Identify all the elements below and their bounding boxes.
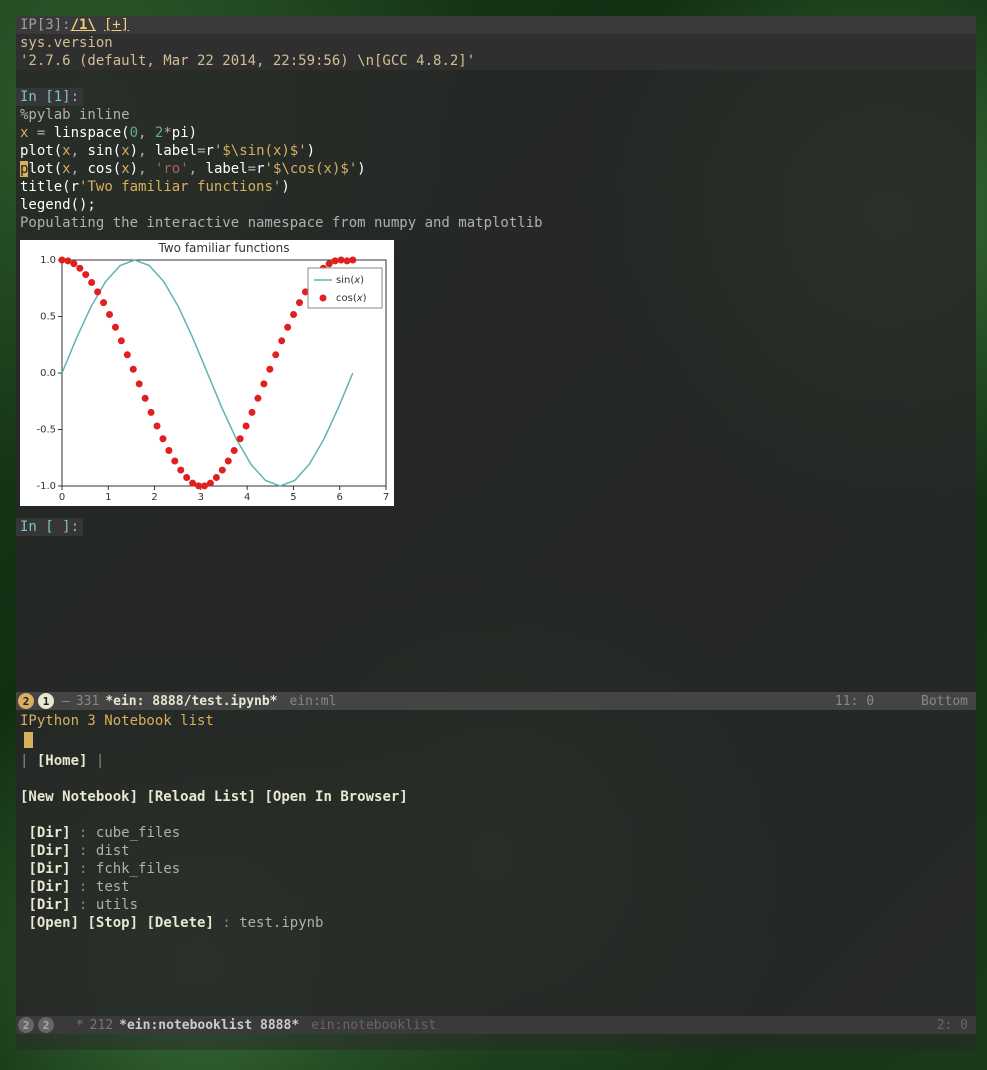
major-mode-bottom: ein:notebooklist	[311, 1018, 436, 1033]
open-in-browser-button[interactable]: [Open In Browser]	[264, 789, 407, 805]
svg-text:sin(x): sin(x)	[336, 275, 364, 286]
dir-link[interactable]: [Dir]	[28, 825, 70, 841]
svg-text:Two familiar functions: Two familiar functions	[158, 241, 290, 255]
workspace-indicator-2c[interactable]: 2	[38, 1017, 54, 1033]
svg-text:5: 5	[290, 492, 296, 503]
svg-text:6: 6	[337, 492, 343, 503]
open-button[interactable]: [Open]	[28, 915, 79, 931]
notebooklist-pane: IPython 3 Notebook list | [Home] | [New …	[16, 710, 976, 1016]
svg-text:1: 1	[105, 492, 111, 503]
workspace-indicator-2[interactable]: 2	[18, 693, 34, 709]
output-populate: Populating the interactive namespace fro…	[16, 214, 976, 232]
in-prompt-1: In [1]:	[16, 88, 83, 106]
svg-text:1.0: 1.0	[40, 255, 56, 266]
svg-text:2: 2	[151, 492, 157, 503]
chart-output: Two familiar functions 0 1 2 3 4 5 6 7 -1.0 -0.5 0.…	[20, 240, 394, 506]
notebook-pane: IP[3]: /1\ [+] sys.version '2.7.6 (defau…	[16, 16, 976, 692]
svg-text:3: 3	[198, 492, 204, 503]
dir-link[interactable]: [Dir]	[28, 843, 70, 859]
svg-text:4: 4	[244, 492, 250, 503]
svg-text:0.0: 0.0	[40, 368, 56, 379]
notebook-header: IP[3]: /1\ [+]	[16, 16, 976, 34]
buffer-name-bottom: *ein:notebooklist 8888*	[119, 1018, 299, 1033]
dir-link[interactable]: [Dir]	[28, 879, 70, 895]
notebooklist-title: IPython 3 Notebook list	[16, 710, 976, 732]
tab-active[interactable]: /1\	[71, 17, 96, 33]
minibuffer[interactable]	[16, 1034, 976, 1050]
add-tab-button[interactable]: [+]	[104, 17, 129, 33]
breadcrumb-row: | [Home] |	[16, 752, 976, 770]
dir-entry: [Dir] : utils	[16, 896, 976, 914]
svg-text:-1.0: -1.0	[36, 481, 56, 492]
dir-entry: [Dir] : test	[16, 878, 976, 896]
svg-text:0.5: 0.5	[40, 312, 56, 323]
dir-link[interactable]: [Dir]	[28, 861, 70, 877]
svg-text:-0.5: -0.5	[36, 425, 56, 436]
new-notebook-button[interactable]: [New Notebook]	[20, 789, 138, 805]
buffer-name: *ein: 8888/test.ipynb*	[105, 694, 277, 709]
in-prompt-empty[interactable]: In [ ]:	[16, 518, 83, 536]
notebook-entry: [Open] [Stop] [Delete] : test.ipynb	[16, 914, 976, 932]
cell-output-sysversion: sys.version '2.7.6 (default, Mar 22 2014…	[16, 34, 976, 70]
modeline-bottom: 2 2 * 212 *ein:notebooklist 8888* ein:no…	[16, 1016, 976, 1034]
dir-entry: [Dir] : fchk_files	[16, 860, 976, 878]
reload-list-button[interactable]: [Reload List]	[146, 789, 256, 805]
code-cell-1[interactable]: %pylab inline x = linspace(0, 2*pi) plot…	[16, 106, 976, 214]
svg-text:7: 7	[383, 492, 389, 503]
cursor-bottom	[24, 732, 33, 748]
workspace-indicator-1[interactable]: 1	[38, 693, 54, 709]
modeline-top: 2 1 — 331 *ein: 8888/test.ipynb* ein:ml …	[16, 692, 976, 710]
dir-entry: [Dir] : cube_files	[16, 824, 976, 842]
dir-link[interactable]: [Dir]	[28, 897, 70, 913]
delete-button[interactable]: [Delete]	[146, 915, 213, 931]
stop-button[interactable]: [Stop]	[87, 915, 138, 931]
notebook-filename: test.ipynb	[239, 915, 323, 931]
svg-text:cos(x): cos(x)	[336, 293, 367, 304]
svg-text:0: 0	[59, 492, 65, 503]
header-prefix: IP[3]:	[20, 17, 71, 33]
workspace-indicator-2b[interactable]: 2	[18, 1017, 34, 1033]
home-link[interactable]: [Home]	[37, 753, 88, 769]
major-mode: ein:ml	[290, 694, 337, 709]
dir-entry: [Dir] : dist	[16, 842, 976, 860]
